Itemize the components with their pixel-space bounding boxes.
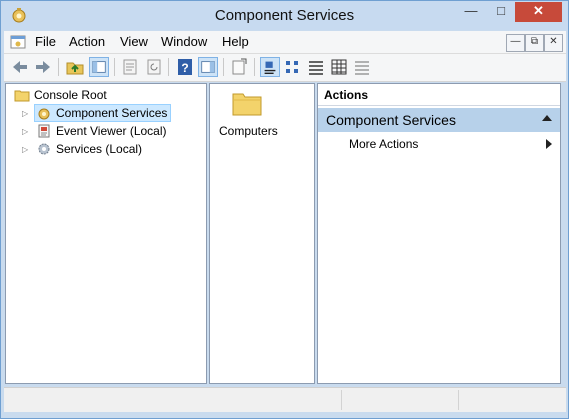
- status-bar-segment: [341, 390, 342, 410]
- tree-item-label: Console Root: [34, 88, 107, 102]
- computers-folder-icon[interactable]: [232, 90, 262, 116]
- component-services-icon: [38, 108, 50, 120]
- more-actions-item[interactable]: More Actions: [349, 137, 418, 151]
- title-bar[interactable]: Component Services — □ ✕: [1, 1, 568, 30]
- tree-item-label: Services (Local): [56, 142, 143, 156]
- status-bar-segment: [458, 390, 459, 410]
- expand-arrow-icon[interactable]: ▷: [22, 127, 29, 136]
- toolbar-separator: [254, 58, 255, 76]
- computers-label[interactable]: Computers: [219, 124, 278, 138]
- actions-header: Actions: [318, 84, 560, 106]
- export-list-icon[interactable]: [229, 57, 249, 77]
- expand-arrow-icon[interactable]: ▷: [22, 145, 29, 154]
- up-folder-icon[interactable]: [65, 57, 85, 77]
- properties-icon[interactable]: [120, 57, 140, 77]
- detail-view-icon[interactable]: [329, 57, 349, 77]
- results-pane[interactable]: Computers: [209, 83, 315, 384]
- forward-arrow-icon[interactable]: [33, 57, 53, 77]
- menu-bar: File Action View Window Help — ⧉ ✕: [4, 31, 566, 54]
- tree-item-label: Event Viewer (Local): [56, 124, 167, 138]
- toolbar-separator: [168, 58, 169, 76]
- minimize-button[interactable]: —: [457, 2, 485, 22]
- large-icons-view-icon[interactable]: [260, 57, 280, 77]
- customize-view-icon[interactable]: [352, 57, 372, 77]
- app-window: Component Services — □ ✕ File Action Vie…: [0, 0, 569, 419]
- event-viewer-icon: [38, 124, 50, 138]
- toolbar-separator: [114, 58, 115, 76]
- expand-arrow-icon[interactable]: ▷: [22, 109, 29, 118]
- actions-section-component-services[interactable]: Component Services: [318, 108, 560, 132]
- list-view-icon[interactable]: [306, 57, 326, 77]
- mmc-document-icon[interactable]: [10, 34, 26, 50]
- mdi-minimize-button[interactable]: —: [506, 34, 525, 52]
- tree-item-label: Component Services: [56, 106, 168, 120]
- small-icons-view-icon[interactable]: [283, 57, 303, 77]
- mdi-close-button[interactable]: ✕: [544, 34, 563, 52]
- actions-section-title: Component Services: [326, 112, 456, 128]
- toolbar: ?: [4, 54, 566, 82]
- menu-view[interactable]: View: [120, 34, 148, 49]
- services-gear-icon: [38, 143, 50, 155]
- maximize-button[interactable]: □: [487, 2, 515, 22]
- show-hide-action-pane-icon[interactable]: [198, 57, 218, 77]
- mdi-restore-button[interactable]: ⧉: [525, 34, 544, 52]
- menu-help[interactable]: Help: [222, 34, 249, 49]
- refresh-icon[interactable]: [144, 57, 164, 77]
- help-icon[interactable]: ?: [175, 57, 195, 77]
- show-hide-console-tree-icon[interactable]: [89, 57, 109, 77]
- menu-window[interactable]: Window: [161, 34, 207, 49]
- close-button[interactable]: ✕: [515, 2, 562, 22]
- folder-icon: [14, 90, 30, 102]
- submenu-arrow-icon[interactable]: [546, 139, 552, 149]
- status-bar: [4, 387, 566, 412]
- svg-text:?: ?: [181, 61, 188, 75]
- collapse-arrow-icon[interactable]: [542, 115, 552, 121]
- toolbar-separator: [58, 58, 59, 76]
- toolbar-separator: [223, 58, 224, 76]
- back-arrow-icon[interactable]: [10, 57, 30, 77]
- menu-action[interactable]: Action: [69, 34, 105, 49]
- actions-pane: Actions Component Services More Actions: [317, 83, 561, 384]
- console-tree-pane[interactable]: Console Root ▷ Component Services ▷ Even…: [5, 83, 207, 384]
- menu-file[interactable]: File: [35, 34, 56, 49]
